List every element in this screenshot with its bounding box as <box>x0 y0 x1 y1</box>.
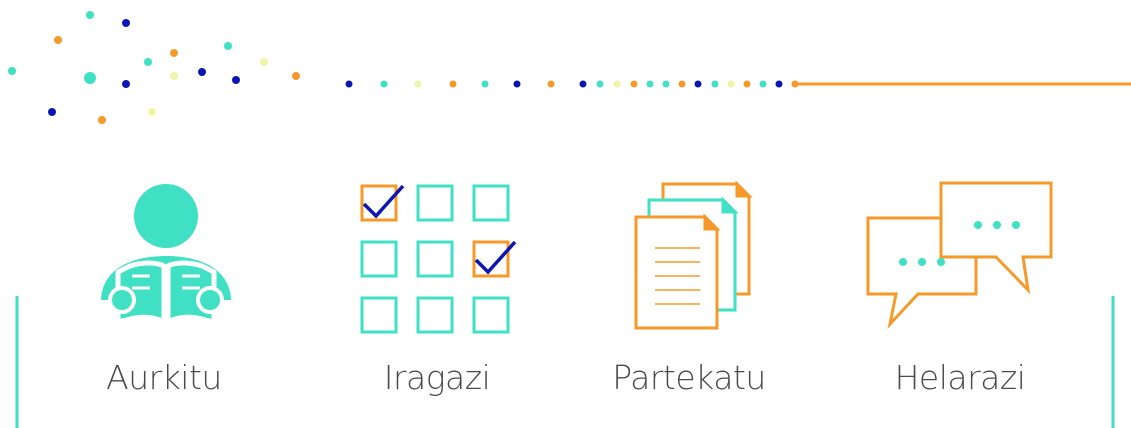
documents-stack-icon <box>634 180 753 330</box>
step-label-partekatu: Partekatu <box>612 358 766 397</box>
person-reading-icon <box>101 184 231 325</box>
step-label-iragazi: Iragazi <box>383 358 491 397</box>
step-label-aurkitu: Aurkitu <box>106 358 222 397</box>
dotted-timeline <box>345 80 1131 88</box>
scattered-dots-decoration <box>8 11 300 124</box>
speech-bubbles-icon <box>866 181 1053 329</box>
checkbox-grid-icon <box>360 184 517 334</box>
step-label-helarazi: Helarazi <box>894 358 1026 397</box>
